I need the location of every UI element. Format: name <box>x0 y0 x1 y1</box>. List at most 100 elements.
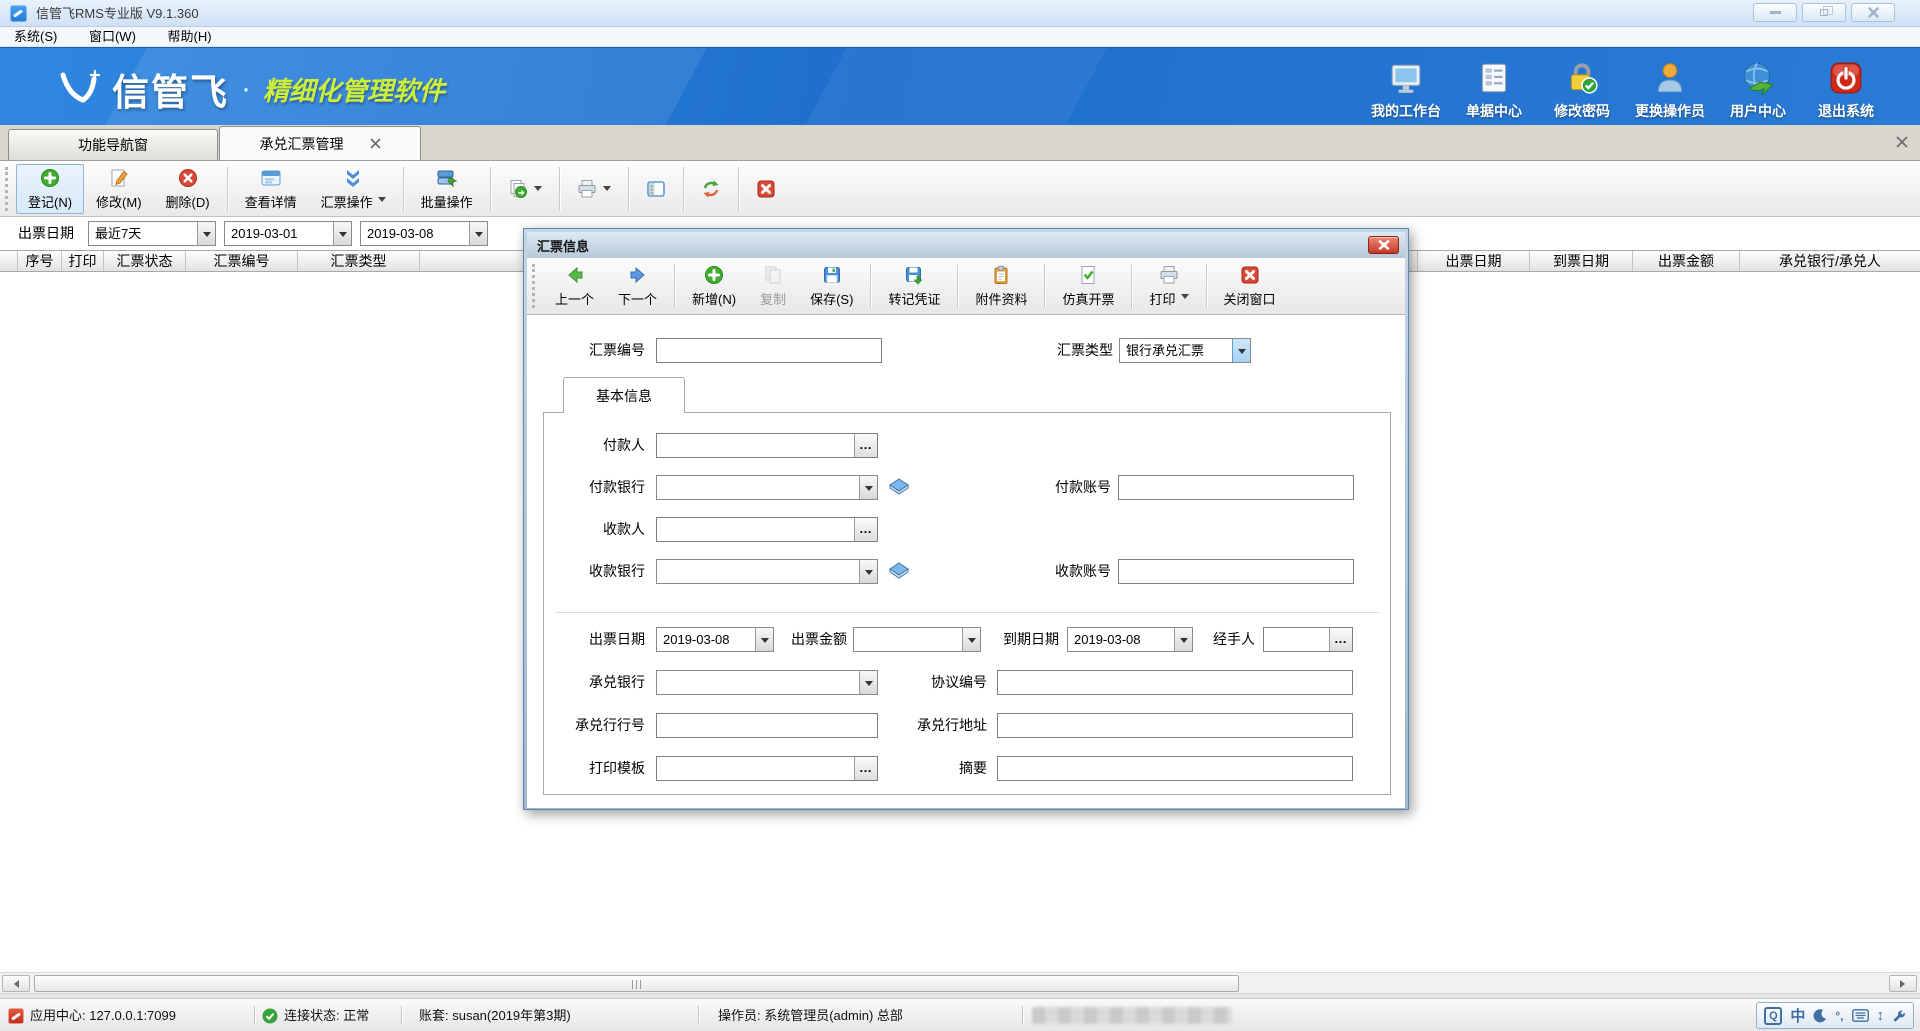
column-header-seq[interactable]: 序号 <box>18 251 62 271</box>
payer-input[interactable] <box>657 434 854 457</box>
toolbar-grip[interactable] <box>532 264 537 308</box>
dialog-print-button[interactable]: 打印 <box>1137 261 1200 311</box>
ime-settings-wrench-icon[interactable] <box>1892 1009 1906 1023</box>
ime-language-toggle[interactable]: 中 <box>1790 1005 1805 1026</box>
date-to-combo[interactable]: 2019-03-08 <box>360 221 488 246</box>
issue-date-filter-label: 出票日期 <box>18 217 74 250</box>
nav-switch-operator[interactable]: 更换操作员 <box>1626 58 1714 121</box>
column-header-accept-bank[interactable]: 承兑银行/承兑人 <box>1740 251 1920 271</box>
accept-bank-addr-label: 承兑行地址 <box>877 713 987 738</box>
payee-account-input[interactable] <box>1119 560 1353 583</box>
column-header-bill-status[interactable]: 汇票状态 <box>104 251 186 271</box>
payer-bank-combo[interactable] <box>656 475 878 500</box>
payer-lookup-button[interactable]: … <box>854 434 877 457</box>
dropdown-arrow-icon <box>378 197 386 206</box>
menu-window[interactable]: 窗口(W) <box>75 27 150 47</box>
exit-power-icon <box>1828 58 1864 96</box>
toolbar-grip[interactable] <box>5 167 10 211</box>
ime-toolbox-icon[interactable]: ↕ <box>1877 1007 1885 1024</box>
simulate-invoice-button[interactable]: 仿真开票 <box>1050 261 1126 311</box>
date-from-combo[interactable]: 2019-03-01 <box>224 221 352 246</box>
print-template-lookup-button[interactable]: … <box>854 757 877 780</box>
ime-keyboard-icon[interactable] <box>1852 1009 1869 1022</box>
column-header-bill-no[interactable]: 汇票编号 <box>186 251 298 271</box>
new-button[interactable]: 新增(N) <box>680 261 748 311</box>
attachments-button[interactable]: 附件资料 <box>963 261 1039 311</box>
close-dialog-button[interactable]: 关闭窗口 <box>1212 261 1288 311</box>
save-button[interactable]: 保存(S) <box>798 261 865 311</box>
menu-help[interactable]: 帮助(H) <box>154 27 226 47</box>
nav-document-center[interactable]: 单据中心 <box>1450 58 1538 121</box>
tabstrip-close-icon[interactable] <box>1894 134 1910 150</box>
column-header-amount[interactable]: 出票金额 <box>1633 251 1740 271</box>
print-button[interactable] <box>565 164 623 214</box>
payer-account-input[interactable] <box>1119 476 1353 499</box>
dialog-titlebar[interactable]: 汇票信息 <box>527 232 1405 258</box>
payee-account-label: 收款账号 <box>1001 559 1111 584</box>
ime-fullhalf-moon-icon[interactable] <box>1813 1009 1827 1023</box>
combo-value: 最近7天 <box>89 222 197 245</box>
scrollbar-thumb[interactable] <box>34 975 1239 992</box>
bill-type-combo[interactable]: 银行承兑汇票 <box>1119 338 1251 363</box>
nav-change-password[interactable]: 修改密码 <box>1538 58 1626 121</box>
export-button[interactable] <box>496 164 554 214</box>
view-detail-button[interactable]: 查看详情 <box>233 164 309 214</box>
payer-bank-book-icon[interactable] <box>887 475 911 497</box>
column-header-print[interactable]: 打印 <box>62 251 104 271</box>
button-label: 修改(M) <box>96 192 142 211</box>
bill-no-input[interactable] <box>657 339 881 362</box>
scroll-left-button[interactable] <box>2 975 30 992</box>
date-range-preset-combo[interactable]: 最近7天 <box>88 221 216 246</box>
combo-dropdown-icon <box>859 476 877 499</box>
column-header-issue-date[interactable]: 出票日期 <box>1418 251 1530 271</box>
nav-exit-system[interactable]: 退出系统 <box>1802 58 1890 121</box>
modify-button[interactable]: 修改(M) <box>84 164 154 214</box>
nav-my-workbench[interactable]: 我的工作台 <box>1362 58 1450 121</box>
next-button[interactable]: 下一个 <box>606 261 669 311</box>
handler-input[interactable] <box>1264 628 1329 651</box>
previous-button[interactable]: 上一个 <box>543 261 606 311</box>
columns-button[interactable] <box>634 164 678 214</box>
close-icon <box>1378 240 1390 250</box>
batch-operations-button[interactable]: 批量操作 <box>409 164 485 214</box>
combo-value: 银行承兑汇票 <box>1120 339 1232 362</box>
accept-bank-no-input[interactable] <box>657 714 877 737</box>
close-window-button[interactable] <box>1851 3 1895 22</box>
column-header-due-date[interactable]: 到票日期 <box>1530 251 1633 271</box>
tab-function-navigator[interactable]: 功能导航窗 <box>8 129 218 160</box>
close-tab-button[interactable] <box>744 164 788 214</box>
horizontal-scrollbar[interactable] <box>0 972 1920 993</box>
post-voucher-button[interactable]: 转记凭证 <box>876 261 952 311</box>
amount-label: 出票金额 <box>737 627 847 652</box>
dialog-close-button[interactable] <box>1368 236 1399 254</box>
delete-button[interactable]: 删除(D) <box>154 164 222 214</box>
nav-user-center[interactable]: 用户中心 <box>1714 58 1802 121</box>
scroll-right-button[interactable] <box>1889 975 1917 992</box>
tab-basic-info[interactable]: 基本信息 <box>563 377 685 413</box>
tab-label: 功能导航窗 <box>78 135 148 155</box>
tab-acceptance-bill-management[interactable]: 承兑汇票管理 <box>219 126 421 160</box>
tab-close-icon[interactable] <box>370 138 381 149</box>
ime-logo-icon[interactable]: Q <box>1764 1007 1782 1025</box>
payee-bank-book-icon[interactable] <box>887 559 911 581</box>
payee-bank-combo[interactable] <box>656 559 878 584</box>
menu-system[interactable]: 系统(S) <box>0 27 71 47</box>
agreement-no-input[interactable] <box>998 671 1352 694</box>
simulate-invoice-icon <box>1078 264 1098 286</box>
button-label: 关闭窗口 <box>1224 289 1276 308</box>
register-button[interactable]: 登记(N) <box>16 164 84 214</box>
accept-bank-combo[interactable] <box>656 670 878 695</box>
restore-button[interactable] <box>1802 3 1846 22</box>
payee-input[interactable] <box>657 518 854 541</box>
minimize-button[interactable] <box>1753 3 1797 22</box>
print-template-input[interactable] <box>657 757 854 780</box>
payee-lookup-button[interactable]: … <box>854 518 877 541</box>
refresh-button[interactable] <box>689 164 733 214</box>
ime-punctuation-toggle[interactable]: °, <box>1835 1009 1843 1023</box>
handler-lookup-button[interactable]: … <box>1329 628 1352 651</box>
column-header-bill-type[interactable]: 汇票类型 <box>298 251 420 271</box>
summary-input[interactable] <box>998 757 1352 780</box>
accept-bank-addr-input[interactable] <box>998 714 1352 737</box>
bill-operations-button[interactable]: 汇票操作 <box>309 164 398 214</box>
button-label: 转记凭证 <box>888 289 940 308</box>
